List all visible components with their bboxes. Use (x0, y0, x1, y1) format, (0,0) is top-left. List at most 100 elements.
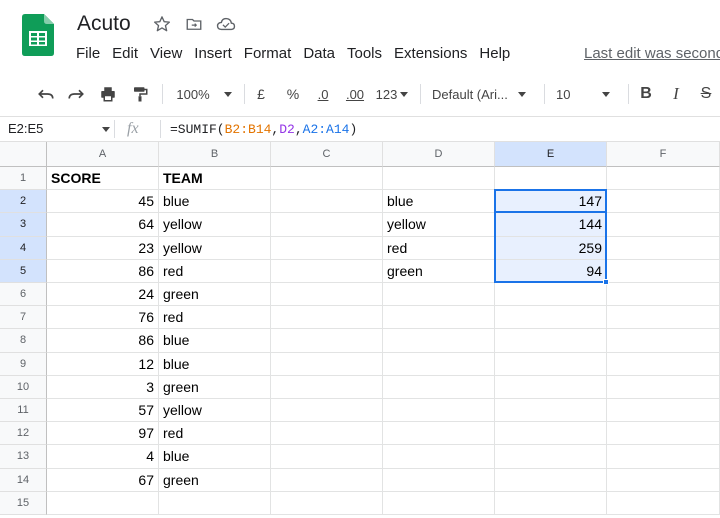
row-header-10[interactable]: 10 (0, 375, 47, 399)
cell-f8[interactable] (607, 329, 720, 353)
strikethrough-button[interactable]: S (696, 76, 716, 112)
cell-e3[interactable]: 144 (495, 213, 607, 237)
cell-d1[interactable] (383, 167, 495, 191)
cell-d10[interactable] (383, 375, 495, 399)
menu-help[interactable]: Help (479, 45, 516, 62)
row-header-15[interactable]: 15 (0, 491, 47, 515)
cell-d2[interactable]: blue (383, 190, 495, 214)
row-header-6[interactable]: 6 (0, 283, 47, 307)
cell-e1[interactable] (495, 167, 607, 191)
cell-d5[interactable]: green (383, 259, 495, 283)
cell-c13[interactable] (271, 445, 383, 469)
cell-b6[interactable]: green (159, 283, 271, 307)
cell-d3[interactable]: yellow (383, 213, 495, 237)
row-header-8[interactable]: 8 (0, 329, 47, 353)
cell-d4[interactable]: red (383, 236, 495, 260)
cell-c14[interactable] (271, 468, 383, 492)
print-icon[interactable] (96, 76, 120, 112)
move-folder-icon[interactable] (184, 14, 204, 34)
zoom-select[interactable]: 100% (172, 76, 236, 112)
cell-c2[interactable] (271, 190, 383, 214)
cell-c11[interactable] (271, 399, 383, 423)
cell-f14[interactable] (607, 468, 720, 492)
cell-a7[interactable]: 76 (47, 306, 159, 330)
cell-e14[interactable] (495, 468, 607, 492)
cell-a3[interactable]: 64 (47, 213, 159, 237)
cell-c9[interactable] (271, 352, 383, 376)
cell-b13[interactable]: blue (159, 445, 271, 469)
cell-d9[interactable] (383, 352, 495, 376)
menu-format[interactable]: Format (244, 45, 298, 62)
cell-a4[interactable]: 23 (47, 236, 159, 260)
last-edit-link[interactable]: Last edit was seconds ago (584, 45, 720, 62)
column-header-b[interactable]: B (159, 142, 271, 167)
cell-b12[interactable]: red (159, 422, 271, 446)
cell-e6[interactable] (495, 283, 607, 307)
cell-f2[interactable] (607, 190, 720, 214)
cell-f5[interactable] (607, 259, 720, 283)
cell-a6[interactable]: 24 (47, 283, 159, 307)
cell-a12[interactable]: 97 (47, 422, 159, 446)
cell-e12[interactable] (495, 422, 607, 446)
cloud-status-icon[interactable] (216, 14, 236, 34)
column-header-c[interactable]: C (271, 142, 383, 167)
menu-file[interactable]: File (76, 45, 106, 62)
cell-b7[interactable]: red (159, 306, 271, 330)
cell-c10[interactable] (271, 375, 383, 399)
menu-data[interactable]: Data (303, 45, 341, 62)
cell-a15[interactable] (47, 491, 159, 515)
menu-extensions[interactable]: Extensions (394, 45, 473, 62)
cell-a13[interactable]: 4 (47, 445, 159, 469)
cell-b10[interactable]: green (159, 375, 271, 399)
cell-d11[interactable] (383, 399, 495, 423)
formula-input[interactable]: =SUMIF(B2:B14,D2,A2:A14) (170, 122, 357, 137)
font-family-select[interactable]: Default (Ari... (432, 76, 536, 112)
menu-view[interactable]: View (150, 45, 188, 62)
cell-a9[interactable]: 12 (47, 352, 159, 376)
cell-f10[interactable] (607, 375, 720, 399)
currency-button[interactable]: £ (250, 76, 272, 112)
cell-b15[interactable] (159, 491, 271, 515)
cell-f9[interactable] (607, 352, 720, 376)
cell-d14[interactable] (383, 468, 495, 492)
cell-e2[interactable]: 147 (495, 190, 607, 214)
cell-e5[interactable]: 94 (495, 259, 607, 283)
undo-icon[interactable] (34, 76, 58, 112)
column-header-f[interactable]: F (607, 142, 720, 167)
cell-f4[interactable] (607, 236, 720, 260)
cell-d8[interactable] (383, 329, 495, 353)
column-header-a[interactable]: A (47, 142, 159, 167)
bold-button[interactable]: B (636, 76, 656, 112)
cell-c1[interactable] (271, 167, 383, 191)
cell-b14[interactable]: green (159, 468, 271, 492)
row-header-9[interactable]: 9 (0, 352, 47, 376)
cell-e11[interactable] (495, 399, 607, 423)
name-box[interactable]: E2:E5 (0, 117, 112, 141)
menu-tools[interactable]: Tools (347, 45, 388, 62)
cell-e15[interactable] (495, 491, 607, 515)
cell-e8[interactable] (495, 329, 607, 353)
cell-f15[interactable] (607, 491, 720, 515)
column-header-e[interactable]: E (495, 142, 607, 167)
increase-decimal-button[interactable]: .00 (340, 76, 370, 112)
cell-a5[interactable]: 86 (47, 259, 159, 283)
cell-e4[interactable]: 259 (495, 236, 607, 260)
cell-b3[interactable]: yellow (159, 213, 271, 237)
cell-a2[interactable]: 45 (47, 190, 159, 214)
cell-e9[interactable] (495, 352, 607, 376)
cell-a8[interactable]: 86 (47, 329, 159, 353)
cell-a10[interactable]: 3 (47, 375, 159, 399)
cell-c15[interactable] (271, 491, 383, 515)
row-header-14[interactable]: 14 (0, 468, 47, 492)
menu-edit[interactable]: Edit (112, 45, 144, 62)
cell-c8[interactable] (271, 329, 383, 353)
cell-d15[interactable] (383, 491, 495, 515)
cell-f11[interactable] (607, 399, 720, 423)
decrease-decimal-button[interactable]: .0 (310, 76, 336, 112)
cell-b2[interactable]: blue (159, 190, 271, 214)
cell-e7[interactable] (495, 306, 607, 330)
cell-d13[interactable] (383, 445, 495, 469)
spreadsheet-grid[interactable]: A B C D E F 1 SCORE TEAM 2 45 blue blue 147 3 64 yellow y… (0, 142, 720, 518)
cell-a14[interactable]: 67 (47, 468, 159, 492)
font-size-select[interactable]: 10 (556, 76, 622, 112)
